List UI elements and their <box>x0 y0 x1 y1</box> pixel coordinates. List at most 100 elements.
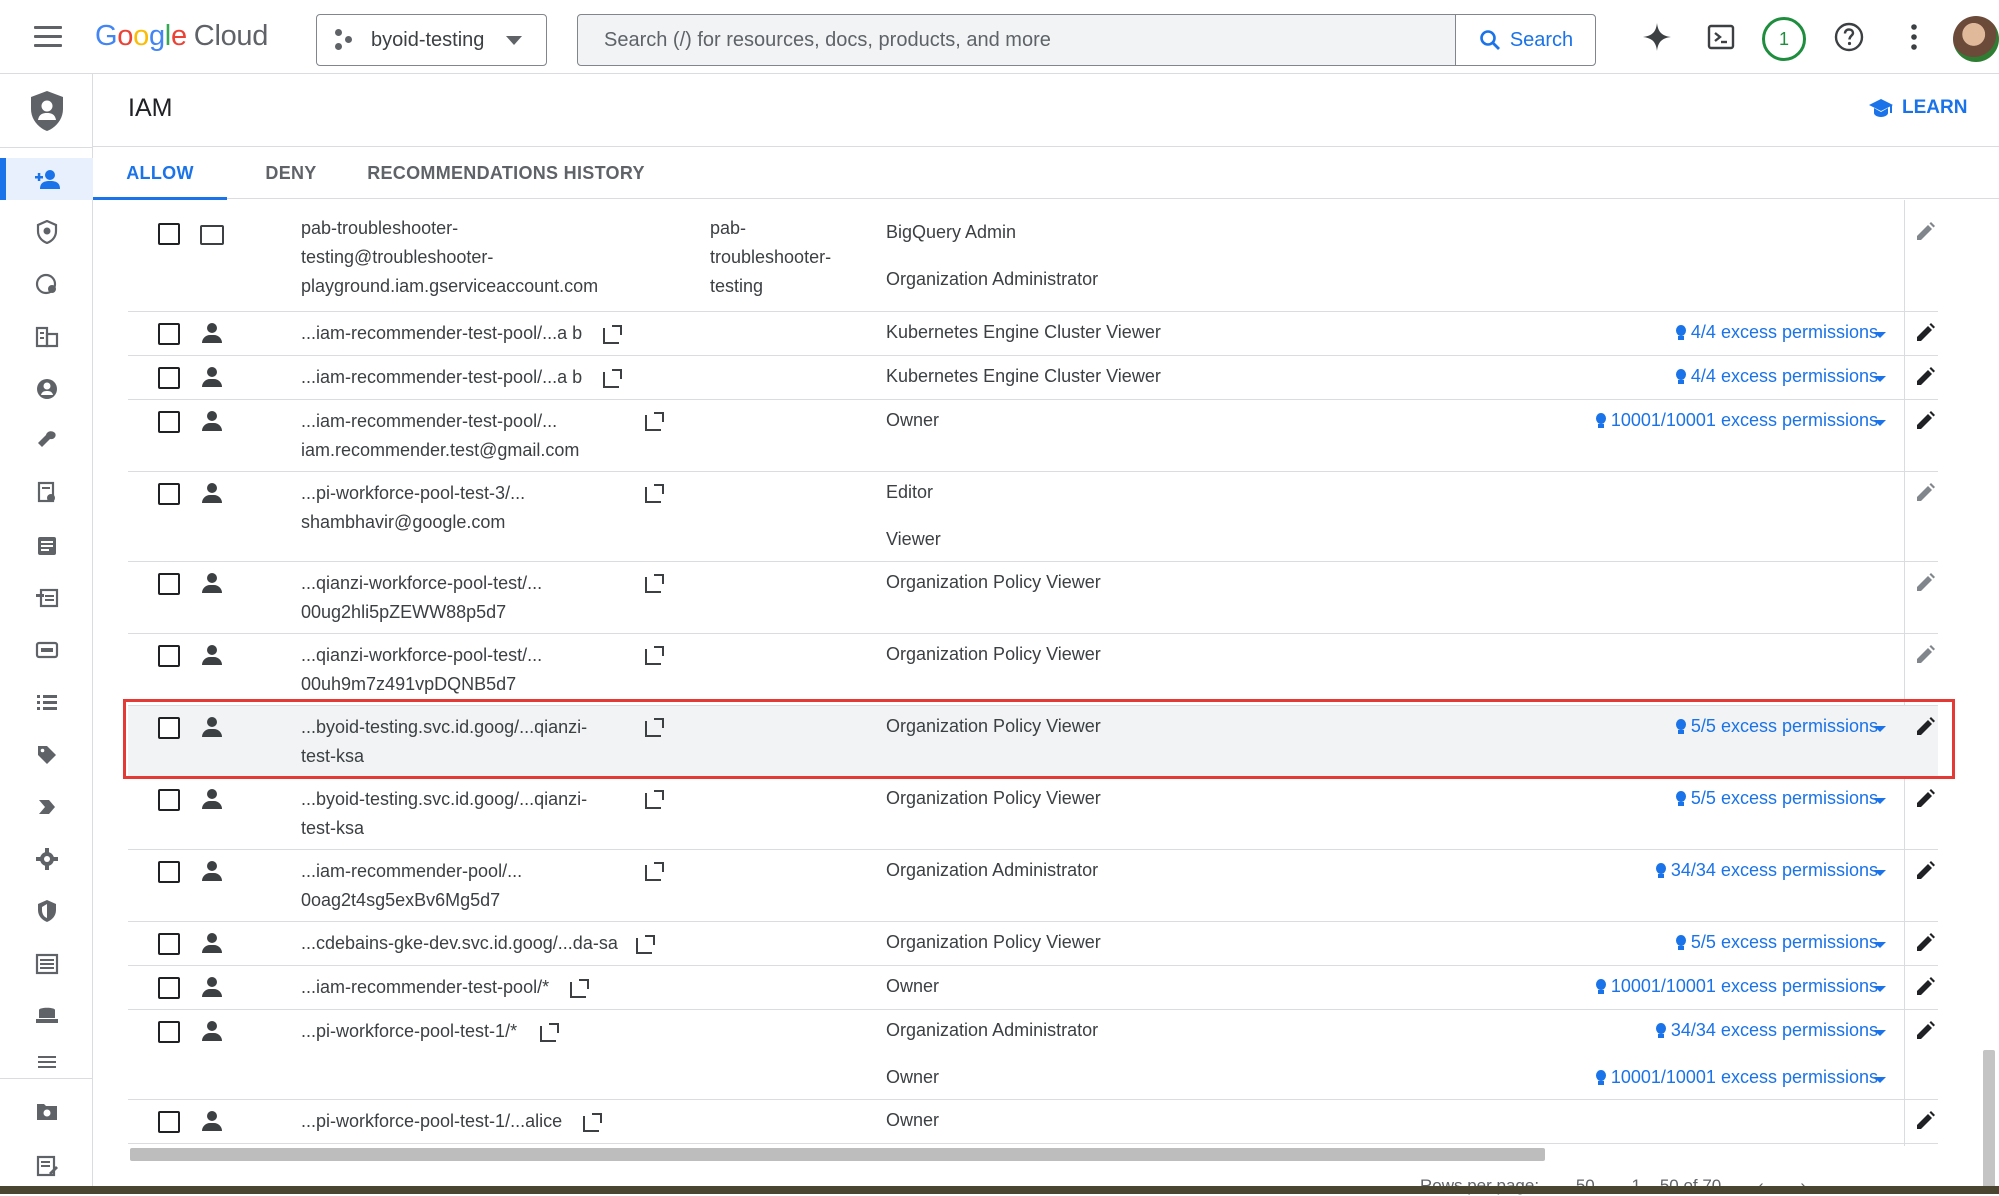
nav-item[interactable] <box>0 943 93 985</box>
role: Organization Policy Viewer <box>886 644 1101 664</box>
avatar[interactable] <box>1953 16 1999 62</box>
policy-icon <box>35 273 56 295</box>
expand-icon[interactable] <box>1874 376 1886 382</box>
excess-permissions-link[interactable]: 34/34 excess permissions <box>1654 860 1878 881</box>
expand-icon[interactable] <box>1874 798 1886 804</box>
edit-icon[interactable] <box>1914 410 1936 432</box>
more-vert-icon[interactable] <box>1895 18 1933 56</box>
excess-permissions-link[interactable]: 4/4 excess permissions <box>1674 366 1878 387</box>
row-checkbox[interactable] <box>158 1021 180 1043</box>
excess-permissions-link[interactable]: 34/34 excess permissions <box>1654 1020 1878 1041</box>
edit-icon[interactable] <box>1914 572 1936 594</box>
edit-icon[interactable] <box>1914 1110 1936 1132</box>
row-checkbox[interactable] <box>158 977 180 999</box>
expand-icon[interactable] <box>1874 986 1886 992</box>
nav-principals[interactable] <box>0 158 93 200</box>
vertical-scrollbar[interactable] <box>1983 1050 1995 1190</box>
edit-icon[interactable] <box>1914 322 1936 344</box>
expand-icon[interactable] <box>1874 942 1886 948</box>
nav-item[interactable] <box>0 420 93 462</box>
learn-button[interactable]: LEARN <box>1868 97 1967 119</box>
help-icon[interactable] <box>1830 18 1868 56</box>
open-in-new-icon[interactable] <box>645 862 664 881</box>
shield-icon[interactable] <box>0 74 93 148</box>
excess-permissions-link[interactable]: 4/4 excess permissions <box>1674 322 1878 343</box>
open-in-new-icon[interactable] <box>645 484 664 503</box>
edit-icon[interactable] <box>1914 976 1936 998</box>
excess-permissions-link[interactable]: 10001/10001 excess permissions <box>1594 410 1878 431</box>
tab-allow[interactable]: ALLOW <box>93 147 227 200</box>
expand-icon[interactable] <box>1874 870 1886 876</box>
search-input[interactable] <box>578 15 1457 65</box>
nav-item[interactable] <box>0 472 93 514</box>
menu-icon[interactable] <box>34 26 62 48</box>
nav-item[interactable] <box>0 681 93 723</box>
edit-icon[interactable] <box>1914 1020 1936 1042</box>
nav-item[interactable] <box>0 525 93 567</box>
nav-item[interactable] <box>0 211 93 253</box>
logo-letter: e <box>170 20 187 52</box>
nav-item[interactable] <box>0 786 93 828</box>
google-cloud-logo[interactable]: Google Cloud <box>95 20 268 53</box>
row-checkbox[interactable] <box>158 367 180 389</box>
edit-icon[interactable] <box>1914 644 1936 666</box>
nav-item[interactable] <box>0 1046 93 1076</box>
project-picker[interactable]: byoid-testing <box>316 14 547 66</box>
nav-item[interactable] <box>0 368 93 410</box>
edit-icon[interactable] <box>1914 482 1936 504</box>
nav-item[interactable] <box>0 629 93 671</box>
tab-recommendations-history[interactable]: RECOMMENDATIONS HISTORY <box>361 147 651 199</box>
row-checkbox[interactable] <box>158 483 180 505</box>
open-in-new-icon[interactable] <box>540 1023 559 1042</box>
row-checkbox[interactable] <box>158 933 180 955</box>
row-checkbox[interactable] <box>158 645 180 667</box>
row-checkbox[interactable] <box>158 223 180 245</box>
open-in-new-icon[interactable] <box>636 935 655 954</box>
expand-icon[interactable] <box>1874 420 1886 426</box>
row-checkbox[interactable] <box>158 573 180 595</box>
edit-icon[interactable] <box>1914 366 1936 388</box>
open-in-new-icon[interactable] <box>645 646 664 665</box>
row-checkbox[interactable] <box>158 411 180 433</box>
nav-item[interactable] <box>0 577 93 619</box>
expand-icon[interactable] <box>1874 1030 1886 1036</box>
edit-icon[interactable] <box>1914 860 1936 882</box>
row-checkbox[interactable] <box>158 789 180 811</box>
open-in-new-icon[interactable] <box>645 412 664 431</box>
open-in-new-icon[interactable] <box>645 790 664 809</box>
nav-item[interactable] <box>0 316 93 358</box>
expand-icon[interactable] <box>1874 332 1886 338</box>
excess-permissions-link[interactable]: 5/5 excess permissions <box>1674 788 1878 809</box>
person-add-icon <box>34 170 60 189</box>
row-checkbox[interactable] <box>158 1111 180 1133</box>
excess-permissions-link[interactable]: 10001/10001 excess permissions <box>1594 976 1878 997</box>
open-in-new-icon[interactable] <box>570 979 589 998</box>
edit-icon[interactable] <box>1914 788 1936 810</box>
row-checkbox[interactable] <box>158 861 180 883</box>
gemini-icon[interactable] <box>1638 18 1676 56</box>
horizontal-scrollbar[interactable] <box>130 1148 1545 1161</box>
edit-icon[interactable] <box>1914 932 1936 954</box>
nav-item[interactable] <box>0 1145 93 1187</box>
notifications-badge[interactable]: 1 <box>1760 15 1808 63</box>
excess-permissions-link[interactable]: 10001/10001 excess permissions <box>1594 1067 1878 1088</box>
open-in-new-icon[interactable] <box>583 1113 602 1132</box>
open-in-new-icon[interactable] <box>603 325 622 344</box>
open-in-new-icon[interactable] <box>603 369 622 388</box>
nav-item[interactable] <box>0 890 93 932</box>
cloud-shell-icon[interactable] <box>1702 18 1740 56</box>
service-account-icon <box>200 223 224 247</box>
nav-item[interactable] <box>0 734 93 776</box>
nav-item[interactable] <box>0 995 93 1037</box>
row-checkbox[interactable] <box>158 323 180 345</box>
nav-item[interactable] <box>0 1090 93 1132</box>
principal: ...pi-workforce-pool-test-1/...alice <box>301 1107 562 1136</box>
edit-icon[interactable] <box>1914 221 1936 243</box>
expand-icon[interactable] <box>1874 1077 1886 1083</box>
tab-deny[interactable]: DENY <box>241 147 341 199</box>
nav-item[interactable] <box>0 263 93 305</box>
open-in-new-icon[interactable] <box>645 574 664 593</box>
excess-permissions-link[interactable]: 5/5 excess permissions <box>1674 932 1878 953</box>
search-button[interactable]: Search <box>1455 15 1595 65</box>
nav-item[interactable] <box>0 838 93 880</box>
